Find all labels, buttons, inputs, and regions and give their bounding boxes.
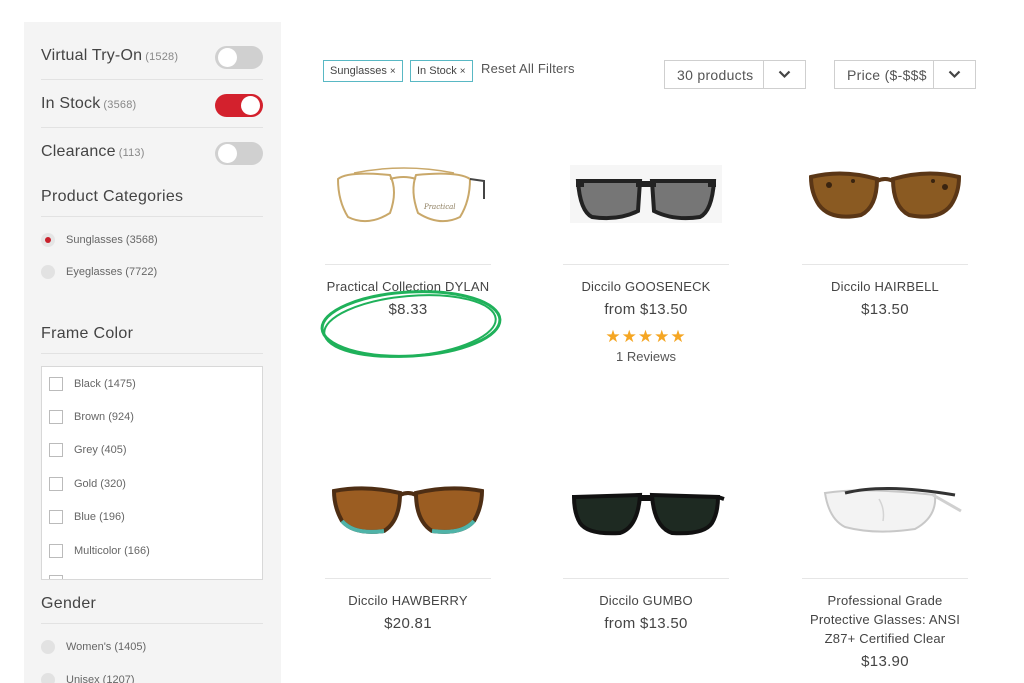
tortoise-teal-sunglasses-icon — [331, 486, 485, 534]
toggle-knob — [218, 144, 237, 163]
clear-safety-glasses-icon — [823, 486, 962, 533]
in-stock-toggle[interactable] — [215, 94, 263, 117]
checkbox-icon — [49, 377, 63, 391]
product-card[interactable]: Diccilo HAWBERRY $20.81 — [325, 432, 491, 632]
filter-chip-sunglasses[interactable]: Sunglasses × — [323, 60, 403, 82]
product-card[interactable]: Diccilo HAIRBELL $13.50 — [802, 118, 968, 318]
product-categories-title: Product Categories — [41, 188, 263, 217]
gold-aviator-eyeglasses-icon: Practical — [336, 167, 485, 223]
tortoise-cateye-sunglasses-icon — [808, 171, 962, 219]
gender-option-womens[interactable]: Women's (1405) — [41, 640, 146, 654]
radio-icon — [41, 673, 55, 683]
star-rating: ★★★★★ — [605, 327, 687, 346]
category-option-sunglasses[interactable]: Sunglasses (3568) — [41, 233, 158, 247]
toggle-knob — [218, 48, 237, 67]
product-count-select[interactable]: 30 products — [664, 60, 806, 89]
frame-color-option-black[interactable]: Black (1475) — [49, 377, 136, 391]
frame-color-title: Frame Color — [41, 325, 263, 354]
filter-chip-in-stock[interactable]: In Stock × — [410, 60, 473, 82]
radio-checked-icon — [41, 233, 55, 247]
product-card[interactable]: Practical Practical Collection DYLAN $8.… — [325, 118, 491, 318]
toggle-row-in-stock: In Stock (3568) — [41, 80, 263, 128]
product-name[interactable]: Practical Collection DYLAN — [325, 277, 491, 296]
radio-icon — [41, 265, 55, 279]
checkbox-icon — [49, 410, 63, 424]
product-price: $13.50 — [861, 301, 909, 318]
toggle-row-clearance: Clearance (113) — [41, 128, 263, 176]
product-name[interactable]: Diccilo HAIRBELL — [802, 277, 968, 296]
black-wayfarer-sunglasses-icon — [571, 492, 725, 536]
product-image[interactable]: Practical — [325, 118, 491, 265]
product-image[interactable] — [802, 432, 968, 579]
close-icon[interactable]: × — [460, 66, 466, 77]
toggle-label-in-stock: In Stock (3568) — [41, 95, 137, 112]
product-price: from $13.50 — [604, 301, 688, 318]
checkbox-icon — [49, 575, 63, 579]
virtual-try-on-toggle[interactable] — [215, 46, 263, 69]
close-icon[interactable]: × — [390, 66, 396, 77]
product-card[interactable]: Professional Grade Protective Glasses: A… — [802, 432, 968, 670]
radio-icon — [41, 640, 55, 654]
checkbox-icon — [49, 443, 63, 457]
frame-color-option-brown[interactable]: Brown (924) — [49, 410, 134, 424]
product-price: $8.33 — [388, 301, 428, 318]
product-image[interactable] — [802, 118, 968, 265]
product-name[interactable]: Diccilo GOOSENECK — [563, 277, 729, 296]
svg-text:Practical: Practical — [423, 203, 456, 211]
category-option-eyeglasses[interactable]: Eyeglasses (7722) — [41, 265, 157, 279]
product-name[interactable]: Professional Grade Protective Glasses: A… — [802, 591, 968, 648]
checkbox-icon — [49, 510, 63, 524]
product-card[interactable]: Diccilo GUMBO from $13.50 — [563, 432, 729, 632]
gender-title: Gender — [41, 595, 263, 624]
gender-option-unisex[interactable]: Unisex (1207) — [41, 673, 134, 683]
product-image[interactable] — [325, 432, 491, 579]
product-image[interactable] — [563, 432, 729, 579]
review-count-link[interactable]: 1 Reviews — [563, 349, 729, 364]
frame-color-option-partial[interactable] — [49, 575, 74, 579]
chevron-down-icon — [933, 61, 975, 88]
product-price: from $13.50 — [604, 615, 688, 632]
sort-select[interactable]: Price ($-$$$ — [834, 60, 976, 89]
product-price: $13.90 — [861, 653, 909, 670]
reset-all-filters-link[interactable]: Reset All Filters — [481, 61, 575, 76]
checkbox-icon — [49, 544, 63, 558]
product-image[interactable] — [563, 118, 729, 265]
clearance-toggle[interactable] — [215, 142, 263, 165]
filter-sidebar: Virtual Try-On (1528) In Stock (3568) Clea… — [24, 22, 281, 683]
frame-color-option-gold[interactable]: Gold (320) — [49, 477, 126, 491]
toggle-knob — [241, 96, 260, 115]
product-price: $20.81 — [384, 615, 432, 632]
frame-color-option-blue[interactable]: Blue (196) — [49, 510, 125, 524]
chevron-down-icon — [763, 61, 805, 88]
frame-color-option-multicolor[interactable]: Multicolor (166) — [49, 544, 150, 558]
toggle-row-virtual-try-on: Virtual Try-On (1528) — [41, 32, 263, 80]
frame-color-list[interactable]: Black (1475) Brown (924) Grey (405) Gold… — [41, 366, 263, 580]
product-card[interactable]: Diccilo GOOSENECK from $13.50 ★★★★★ 1 Re… — [563, 118, 729, 364]
toggle-label-virtual-try-on: Virtual Try-On (1528) — [41, 47, 179, 64]
black-rectangle-sunglasses-icon — [570, 165, 722, 223]
checkbox-icon — [49, 477, 63, 491]
product-name[interactable]: Diccilo GUMBO — [563, 591, 729, 610]
product-name[interactable]: Diccilo HAWBERRY — [325, 591, 491, 610]
frame-color-option-grey[interactable]: Grey (405) — [49, 443, 127, 457]
toggle-label-clearance: Clearance (113) — [41, 143, 145, 160]
